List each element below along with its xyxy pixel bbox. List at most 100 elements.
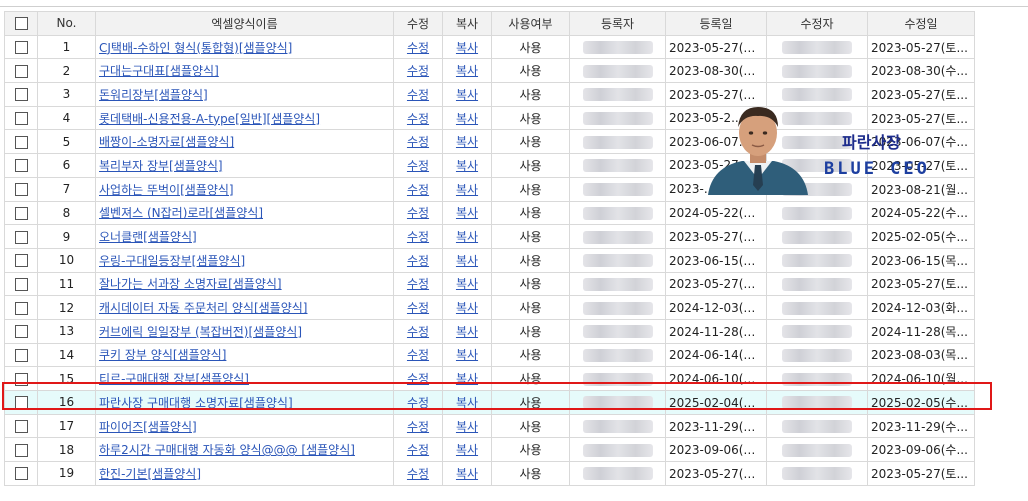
template-name-link[interactable]: 배짱이-소명자료[샘플양식]	[99, 135, 234, 149]
template-name-cell[interactable]: 파란사장 구매대행 소명자료[샘플양식]	[95, 390, 394, 415]
edit-cell[interactable]: 수정	[393, 413, 443, 439]
row-checkbox-cell[interactable]	[4, 318, 38, 344]
template-name-cell[interactable]: 셀벤져스 (N잡러)로라[샘플양식]	[95, 200, 394, 226]
edit-cell[interactable]: 수정	[393, 105, 443, 131]
row-checkbox-cell[interactable]	[4, 153, 38, 178]
table-row[interactable]: 8 셀벤져스 (N잡러)로라[샘플양식] 수정 복사 사용 2024-05-22(수...…	[4, 200, 975, 226]
row-checkbox-cell[interactable]	[4, 34, 38, 60]
template-name-link[interactable]: CJ택배-수하인 형식(통합형)[샘플양식]	[99, 41, 292, 55]
edit-link[interactable]: 수정	[407, 206, 429, 220]
template-name-cell[interactable]: 파이어즈[샘플양식]	[95, 413, 394, 439]
copy-link[interactable]: 복사	[456, 301, 478, 315]
row-checkbox[interactable]	[14, 254, 28, 268]
copy-cell[interactable]: 복사	[442, 224, 492, 249]
copy-link[interactable]: 복사	[456, 420, 478, 434]
row-checkbox-cell[interactable]	[4, 82, 38, 107]
edit-cell[interactable]: 수정	[393, 342, 443, 368]
template-name-link[interactable]: 티르-구매대행 장부[샘플양식]	[99, 372, 249, 386]
table-row[interactable]: 11 잘나가는 서과장 소명자료[샘플양식] 수정 복사 사용 2023-05-27(토.…	[4, 271, 975, 297]
edit-cell[interactable]: 수정	[393, 129, 443, 155]
row-checkbox[interactable]	[14, 277, 28, 291]
template-name-cell[interactable]: 캐시데이터 자동 주문처리 양식[샘플양식]	[95, 295, 394, 320]
template-name-cell[interactable]: 롯데택배-신용전용-A-type[일반][샘플양식]	[95, 105, 394, 131]
template-name-link[interactable]: 하루2시간 구매대행 자동화 양식@@@ [샘플양식]	[99, 443, 355, 457]
table-row[interactable]: 14 쿠키 장부 양식[샘플양식] 수정 복사 사용 2024-06-14(금... 202…	[4, 342, 975, 368]
template-name-link[interactable]: 파이어즈[샘플양식]	[99, 420, 197, 434]
row-checkbox-cell[interactable]	[4, 461, 38, 486]
edit-cell[interactable]: 수정	[393, 153, 443, 178]
template-name-link[interactable]: 오너클랜[샘플양식]	[99, 230, 197, 244]
copy-cell[interactable]: 복사	[442, 105, 492, 131]
header-edit[interactable]: 수정	[393, 11, 443, 36]
row-checkbox-cell[interactable]	[4, 176, 38, 202]
header-modifier[interactable]: 수정자	[766, 11, 868, 36]
row-checkbox[interactable]	[14, 325, 28, 339]
table-row[interactable]: 13 커브에릭 일일장부 (복잡버전)[샘플양식] 수정 복사 사용 2024-11-28…	[4, 318, 975, 344]
template-name-link[interactable]: 사업하는 뚜벅이[샘플양식]	[99, 183, 234, 197]
template-name-link[interactable]: 우링-구대일등장부[샘플양식]	[99, 254, 245, 268]
row-checkbox-cell[interactable]	[4, 105, 38, 131]
edit-link[interactable]: 수정	[407, 277, 429, 291]
copy-link[interactable]: 복사	[456, 467, 478, 481]
row-checkbox-cell[interactable]	[4, 437, 38, 463]
copy-cell[interactable]: 복사	[442, 176, 492, 202]
template-name-link[interactable]: 돈워리장부[샘플양식]	[99, 88, 208, 102]
header-mod-date[interactable]: 수정일	[867, 11, 975, 36]
template-name-cell[interactable]: 잘나가는 서과장 소명자료[샘플양식]	[95, 271, 394, 297]
template-name-link[interactable]: 커브에릭 일일장부 (복잡버전)[샘플양식]	[99, 325, 302, 339]
table-row[interactable]: 18 하루2시간 구매대행 자동화 양식@@@ [샘플양식] 수정 복사 사용 2023-…	[4, 437, 975, 463]
edit-cell[interactable]: 수정	[393, 247, 443, 273]
copy-link[interactable]: 복사	[456, 348, 478, 362]
row-checkbox-cell[interactable]	[4, 342, 38, 368]
template-name-link[interactable]: 파란사장 구매대행 소명자료[샘플양식]	[99, 396, 293, 410]
copy-cell[interactable]: 복사	[442, 413, 492, 439]
copy-link[interactable]: 복사	[456, 159, 478, 173]
edit-link[interactable]: 수정	[407, 230, 429, 244]
edit-link[interactable]: 수정	[407, 112, 429, 126]
copy-link[interactable]: 복사	[456, 88, 478, 102]
copy-cell[interactable]: 복사	[442, 129, 492, 155]
template-name-cell[interactable]: 커브에릭 일일장부 (복잡버전)[샘플양식]	[95, 318, 394, 344]
copy-link[interactable]: 복사	[456, 112, 478, 126]
row-checkbox[interactable]	[14, 159, 28, 173]
edit-link[interactable]: 수정	[407, 325, 429, 339]
copy-link[interactable]: 복사	[456, 372, 478, 386]
template-name-cell[interactable]: 쿠키 장부 양식[샘플양식]	[95, 342, 394, 368]
copy-cell[interactable]: 복사	[442, 34, 492, 60]
template-name-cell[interactable]: 하루2시간 구매대행 자동화 양식@@@ [샘플양식]	[95, 437, 394, 463]
table-row[interactable]: 15 티르-구매대행 장부[샘플양식] 수정 복사 사용 2024-06-10(월... 2…	[4, 366, 975, 391]
row-checkbox-cell[interactable]	[4, 129, 38, 155]
copy-link[interactable]: 복사	[456, 325, 478, 339]
copy-cell[interactable]: 복사	[442, 271, 492, 297]
template-name-cell[interactable]: 돈워리장부[샘플양식]	[95, 82, 394, 107]
table-row[interactable]: 2 구대는구대표[샘플양식] 수정 복사 사용 2023-08-30(수... 2023-0…	[4, 58, 975, 84]
row-checkbox[interactable]	[14, 41, 28, 55]
template-name-cell[interactable]: CJ택배-수하인 형식(통합형)[샘플양식]	[95, 34, 394, 60]
header-no[interactable]: No.	[37, 11, 96, 36]
copy-link[interactable]: 복사	[456, 41, 478, 55]
copy-link[interactable]: 복사	[456, 64, 478, 78]
template-name-link[interactable]: 쿠키 장부 양식[샘플양식]	[99, 348, 226, 362]
table-row[interactable]: 16 파란사장 구매대행 소명자료[샘플양식] 수정 복사 사용 2025-02-04(화…	[4, 390, 975, 415]
row-checkbox-cell[interactable]	[4, 366, 38, 391]
row-checkbox[interactable]	[14, 88, 28, 102]
template-name-link[interactable]: 구대는구대표[샘플양식]	[99, 64, 219, 78]
template-name-link[interactable]: 복리부자 장부[샘플양식]	[99, 159, 223, 173]
row-checkbox[interactable]	[14, 135, 28, 149]
copy-cell[interactable]: 복사	[442, 318, 492, 344]
row-checkbox[interactable]	[14, 206, 28, 220]
copy-link[interactable]: 복사	[456, 443, 478, 457]
edit-link[interactable]: 수정	[407, 467, 429, 481]
row-checkbox[interactable]	[14, 348, 28, 362]
row-checkbox[interactable]	[14, 183, 28, 197]
edit-cell[interactable]: 수정	[393, 437, 443, 463]
header-template-name[interactable]: 엑셀양식이름	[95, 11, 394, 36]
edit-cell[interactable]: 수정	[393, 200, 443, 226]
edit-link[interactable]: 수정	[407, 88, 429, 102]
table-row[interactable]: 1 CJ택배-수하인 형식(통합형)[샘플양식] 수정 복사 사용 2023-05-27(…	[4, 34, 975, 60]
template-name-link[interactable]: 롯데택배-신용전용-A-type[일반][샘플양식]	[99, 112, 320, 126]
copy-cell[interactable]: 복사	[442, 295, 492, 320]
copy-link[interactable]: 복사	[456, 183, 478, 197]
row-checkbox-cell[interactable]	[4, 271, 38, 297]
table-row[interactable]: 19 한진-기본[샘플양식] 수정 복사 사용 2023-05-27(토... 2023-0…	[4, 461, 975, 486]
